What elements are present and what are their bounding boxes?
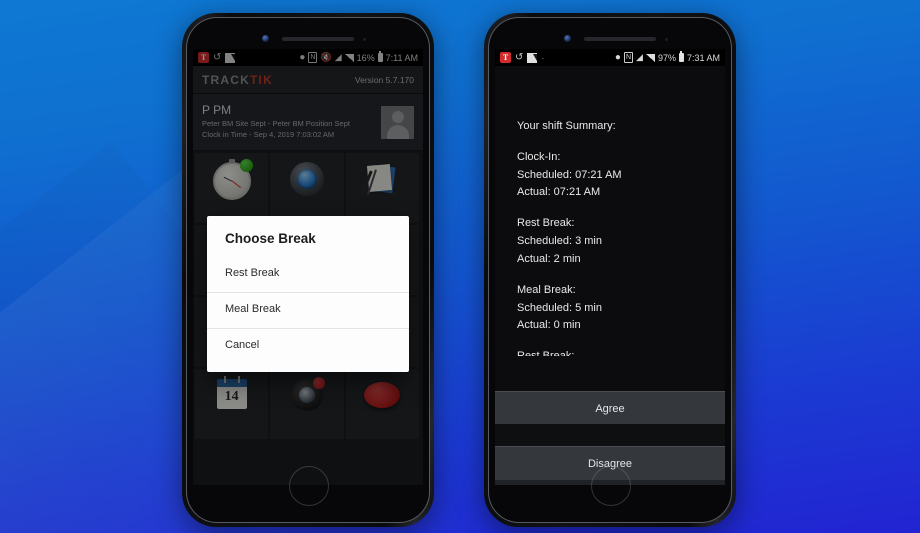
right-phone-earpiece-area bbox=[489, 32, 731, 48]
flipboard-icon bbox=[527, 52, 538, 63]
battery-icon bbox=[678, 51, 684, 62]
front-camera-icon bbox=[564, 35, 571, 42]
location-pin-icon: ● bbox=[614, 51, 621, 63]
summary-line: Actual: 2 min bbox=[517, 252, 581, 265]
dialog-option-cancel[interactable]: Cancel bbox=[207, 328, 409, 364]
summary-spacer bbox=[517, 202, 703, 215]
summary-line: Actual: 0 min bbox=[517, 319, 581, 332]
summary-spacer bbox=[517, 335, 703, 348]
left-phone-screen: T ↺ ● N 🔇 ◢ 16% 7:11 AM TRACKTIK Version… bbox=[193, 49, 423, 485]
shift-summary-body: Your shift Summary: Clock-In: Scheduled: … bbox=[495, 66, 725, 356]
right-status-left-icons: T ↺ · bbox=[500, 52, 544, 63]
shift-summary-lines: Clock-In: Scheduled: 07:21 AM Actual: 07:2… bbox=[517, 149, 703, 356]
dot-icon: · bbox=[541, 52, 545, 63]
right-phone-frame: T ↺ · ● N ◢ 97% 7:31 AM Your shift Summa… bbox=[488, 17, 732, 523]
summary-line: Rest Break: bbox=[517, 217, 575, 230]
agree-button[interactable]: Agree bbox=[495, 391, 725, 426]
right-phone-device: T ↺ · ● N ◢ 97% 7:31 AM Your shift Summa… bbox=[484, 13, 736, 527]
summary-line: Clock-In: bbox=[517, 150, 561, 163]
wifi-icon: ◢ bbox=[636, 52, 643, 62]
summary-line: Scheduled: 07:21 AM bbox=[517, 168, 622, 181]
earpiece-speaker bbox=[584, 37, 656, 41]
choose-break-dialog: Choose Break Rest Break Meal Break Cance… bbox=[207, 216, 409, 372]
tracktik-t-icon: T bbox=[500, 52, 511, 63]
proximity-sensor-icon bbox=[363, 38, 366, 41]
home-button[interactable] bbox=[289, 466, 329, 506]
shift-summary-title: Your shift Summary: bbox=[517, 120, 616, 132]
right-phone-screen: T ↺ · ● N ◢ 97% 7:31 AM Your shift Summa… bbox=[495, 49, 725, 485]
summary-line: Rest Break: bbox=[517, 348, 703, 356]
button-gap bbox=[495, 424, 725, 446]
screenshot-stage: T ↺ ● N 🔇 ◢ 16% 7:11 AM TRACKTIK Version… bbox=[0, 0, 920, 533]
front-camera-icon bbox=[262, 35, 269, 42]
earpiece-speaker bbox=[282, 37, 354, 41]
summary-line: Scheduled: 3 min bbox=[517, 235, 602, 248]
shift-summary-dialog: Your shift Summary: Clock-In: Scheduled: … bbox=[495, 66, 725, 485]
dialog-bottom-padding bbox=[207, 364, 409, 372]
summary-scroll-fade bbox=[495, 366, 725, 390]
nfc-icon: N bbox=[623, 52, 634, 63]
summary-line: Scheduled: 5 min bbox=[517, 301, 602, 314]
left-phone-device: T ↺ ● N 🔇 ◢ 16% 7:11 AM TRACKTIK Version… bbox=[182, 13, 434, 527]
summary-spacer bbox=[517, 136, 703, 149]
battery-percent-label: 97% bbox=[657, 52, 676, 63]
summary-spacer bbox=[517, 269, 703, 282]
left-phone-earpiece-area bbox=[187, 32, 429, 48]
dialog-title: Choose Break bbox=[225, 231, 316, 246]
status-time: 7:31 AM bbox=[686, 52, 720, 63]
left-phone-frame: T ↺ ● N 🔇 ◢ 16% 7:11 AM TRACKTIK Version… bbox=[186, 17, 430, 523]
right-status-bar: T ↺ · ● N ◢ 97% 7:31 AM bbox=[495, 49, 725, 66]
cell-signal-icon bbox=[645, 53, 655, 62]
sync-icon: ↺ bbox=[515, 51, 524, 63]
dialog-option-rest-break[interactable]: Rest Break bbox=[207, 257, 409, 292]
home-button[interactable] bbox=[591, 466, 631, 506]
proximity-sensor-icon bbox=[665, 38, 668, 41]
summary-line: Meal Break: bbox=[517, 283, 576, 296]
right-status-right-icons: ● N ◢ 97% 7:31 AM bbox=[614, 51, 720, 63]
summary-line: Actual: 07:21 AM bbox=[517, 186, 601, 199]
dialog-option-meal-break[interactable]: Meal Break bbox=[207, 292, 409, 328]
